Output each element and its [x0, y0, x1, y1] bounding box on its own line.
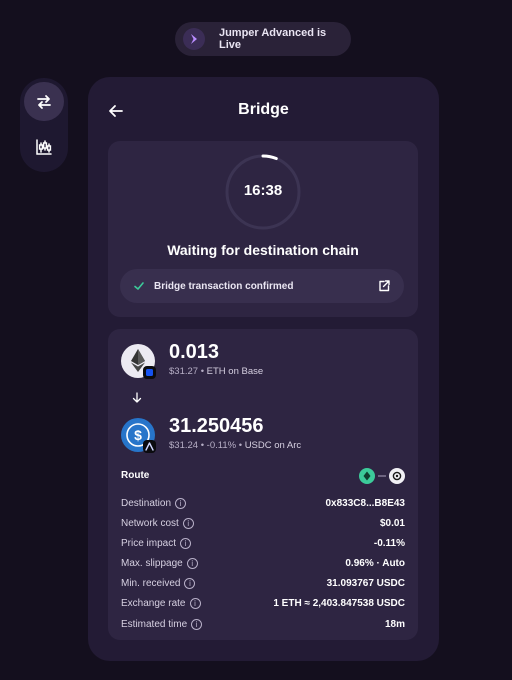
- detail-label: Network cost: [121, 517, 179, 529]
- detail-row-price-impact: Price impact i -0.11%: [121, 535, 405, 551]
- from-token-row: 0.013 $31.27 • ETH on Base: [121, 341, 411, 381]
- from-usd-value: $31.27: [169, 366, 199, 377]
- detail-value: -0.11%: [373, 537, 405, 549]
- detail-row-max-slippage: Max. slippage i 0.96% · Auto: [121, 555, 405, 571]
- price-change: -0.11%: [206, 440, 237, 451]
- detail-label: Min. received: [121, 577, 181, 589]
- bridge-provider-icon: [359, 468, 375, 484]
- detail-label: Price impact: [121, 537, 177, 549]
- countdown-timer: 16:38: [224, 153, 302, 231]
- detail-row-exchange-rate: Exchange rate i 1 ETH ≈ 2,403.847538 USD…: [121, 595, 405, 611]
- check-icon: [132, 279, 146, 293]
- status-card: 16:38 Waiting for destination chain Brid…: [108, 141, 418, 317]
- route-row[interactable]: Route: [121, 468, 405, 484]
- detail-value: 0x833C8...B8E43: [325, 497, 405, 509]
- from-amount: 0.013: [169, 341, 220, 363]
- confirmation-text: Bridge transaction confirmed: [154, 280, 294, 292]
- to-usd-value: $31.24: [169, 440, 199, 451]
- swap-arrows-icon: [37, 94, 51, 109]
- to-token-row: $ 31.250456 $31.24 • -0.11% • USDC on Ar…: [121, 415, 411, 455]
- separator-dot: •: [238, 440, 243, 451]
- usdc-icon: $: [121, 418, 156, 453]
- from-token-label: ETH on Base: [206, 366, 264, 377]
- detail-row-estimated-time: Estimated time i 18m: [121, 616, 405, 632]
- arc-chain-icon: [143, 440, 156, 453]
- detail-label: Max. slippage: [121, 557, 183, 569]
- destination-protocol-icon: [389, 468, 405, 484]
- svg-text:$: $: [134, 427, 142, 443]
- info-icon[interactable]: i: [182, 517, 194, 529]
- separator-dot: •: [200, 440, 205, 451]
- page-title: Bridge: [238, 101, 289, 118]
- detail-value: 0.96% · Auto: [345, 557, 405, 569]
- to-token-label: USDC on Arc: [244, 440, 302, 451]
- route-connector: [378, 475, 386, 477]
- bridge-panel: Bridge 16:38 Waiting for destination cha…: [88, 77, 439, 661]
- detail-row-min-received: Min. received i 31.093767 USDC: [121, 575, 405, 591]
- announcement-banner[interactable]: Jumper Advanced is Live: [175, 22, 351, 56]
- info-icon[interactable]: i: [191, 618, 203, 630]
- detail-row-destination: Destination i 0x833C8...B8E43: [121, 495, 405, 511]
- timer-text: 16:38: [243, 182, 283, 199]
- info-icon[interactable]: i: [186, 557, 198, 569]
- base-chain-icon: [143, 366, 156, 379]
- detail-row-network-cost: Network cost i $0.01: [121, 515, 405, 531]
- detail-label: Destination: [121, 497, 172, 509]
- detail-value: 18m: [384, 618, 405, 630]
- detail-value: 1 ETH ≈ 2,403.847538 USDC: [273, 597, 405, 609]
- candlestick-chart-icon: [36, 138, 52, 155]
- external-link-icon: [379, 280, 390, 292]
- detail-label: Estimated time: [121, 618, 188, 630]
- arrow-down-icon: [131, 391, 143, 405]
- chart-nav-button[interactable]: [24, 127, 64, 166]
- external-link-button[interactable]: [372, 274, 396, 298]
- swap-nav-button[interactable]: [24, 82, 64, 121]
- info-icon[interactable]: i: [189, 597, 201, 609]
- detail-value: 31.093767 USDC: [326, 577, 405, 589]
- to-amount: 31.250456: [169, 415, 264, 437]
- to-subtitle: $31.24 • -0.11% • USDC on Arc: [169, 440, 301, 451]
- info-icon[interactable]: i: [175, 497, 187, 509]
- banner-text: Jumper Advanced is Live: [218, 27, 327, 51]
- route-label: Route: [121, 470, 150, 481]
- route-steps: [359, 468, 405, 484]
- detail-value: $0.01: [379, 517, 405, 529]
- separator-dot: •: [200, 366, 205, 377]
- info-icon[interactable]: i: [184, 577, 196, 589]
- eth-icon: [121, 344, 156, 379]
- jumper-logo-icon: [183, 28, 205, 50]
- transaction-details-card: 0.013 $31.27 • ETH on Base $ 31.250456 $…: [108, 329, 418, 640]
- confirmation-row: Bridge transaction confirmed: [120, 269, 404, 303]
- detail-label: Exchange rate: [121, 597, 186, 609]
- status-title: Waiting for destination chain: [167, 242, 359, 258]
- from-subtitle: $31.27 • ETH on Base: [169, 366, 263, 377]
- side-navigation: [20, 78, 68, 172]
- info-icon[interactable]: i: [180, 537, 192, 549]
